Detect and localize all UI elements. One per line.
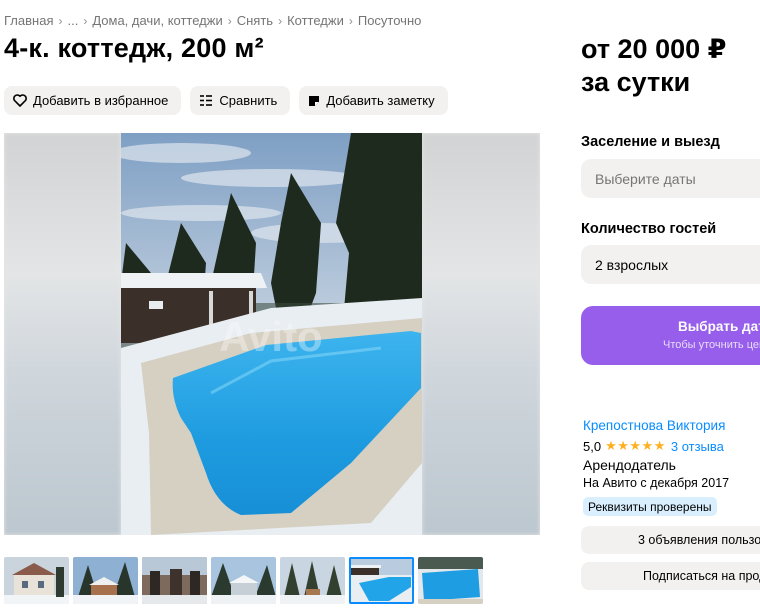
seller-listings-button[interactable]: 3 объявления пользователя (581, 526, 760, 554)
dates-input[interactable]: Выберите даты (581, 159, 760, 198)
add-note-button[interactable]: Добавить заметку (299, 86, 448, 115)
thumbnail-7[interactable] (418, 557, 483, 604)
thumbnail-2[interactable] (73, 557, 138, 604)
price-period: за сутки (581, 67, 691, 97)
thumbnail-4[interactable] (211, 557, 276, 604)
breadcrumb-rent[interactable]: Снять (237, 13, 273, 28)
choose-dates-label: Выбрать даты (678, 319, 760, 334)
seller-rating: 5,0 ★★★★★ 3 отзыва (583, 438, 724, 454)
dates-label: Заселение и выезд (581, 134, 720, 150)
price-value: от 20 000 ₽ (581, 34, 727, 64)
seller-role: Арендодатель (583, 457, 676, 473)
heart-icon (13, 94, 27, 107)
breadcrumb-ellipsis[interactable]: ... (67, 13, 78, 28)
page-title: 4-к. коттедж, 200 м² (4, 33, 264, 63)
thumbnail-5[interactable] (280, 557, 345, 604)
star-rating-icon: ★★★★★ (605, 438, 666, 453)
compare-button[interactable]: Сравнить (190, 86, 291, 115)
chevron-right-icon: › (348, 13, 353, 28)
reviews-link[interactable]: 3 отзыва (671, 439, 724, 454)
main-photo[interactable]: Avito (121, 133, 422, 535)
add-to-favorites-label: Добавить в избранное (33, 93, 169, 108)
compare-label: Сравнить (219, 93, 278, 108)
verified-badge: Реквизиты проверены (583, 497, 717, 516)
gallery-blur-right (422, 133, 540, 535)
breadcrumb-houses[interactable]: Дома, дачи, коттеджи (92, 13, 222, 28)
compare-icon (200, 95, 213, 106)
thumbnail-strip (4, 557, 483, 604)
thumbnail-6-active[interactable] (349, 557, 414, 604)
breadcrumb: Главная › ... › Дома, дачи, коттеджи › С… (4, 13, 421, 28)
chevron-right-icon: › (58, 13, 63, 28)
thumbnail-3[interactable] (142, 557, 207, 604)
guests-select[interactable]: 2 взрослых (581, 245, 760, 284)
choose-dates-sublabel: Чтобы уточнить цену (663, 339, 760, 351)
chevron-right-icon: › (227, 13, 232, 28)
photo-gallery[interactable]: Avito (4, 133, 540, 535)
subscribe-seller-button[interactable]: Подписаться на продавца (581, 562, 760, 590)
seller-since: На Авито с декабря 2017 (583, 476, 730, 490)
rating-value: 5,0 (583, 438, 602, 454)
breadcrumb-home[interactable]: Главная (4, 13, 53, 28)
chevron-right-icon: › (83, 13, 88, 28)
listing-actions: Добавить в избранное Сравнить Добавить з… (4, 86, 448, 115)
seller-name-link[interactable]: Крепостнова Виктория (583, 418, 725, 433)
breadcrumb-daily[interactable]: Посуточно (358, 13, 422, 28)
note-icon (309, 95, 320, 106)
seller-listings-label: 3 объявления пользователя (638, 533, 760, 547)
add-note-label: Добавить заметку (326, 93, 435, 108)
thumbnail-1[interactable] (4, 557, 69, 604)
guests-label: Количество гостей (581, 221, 717, 237)
breadcrumb-cottages[interactable]: Коттеджи (287, 13, 344, 28)
subscribe-seller-label: Подписаться на продавца (643, 569, 760, 583)
avito-watermark: Avito (219, 313, 322, 360)
price-block: от 20 000 ₽ за сутки (581, 33, 726, 99)
chevron-right-icon: › (278, 13, 283, 28)
add-to-favorites-button[interactable]: Добавить в избранное (4, 86, 182, 115)
choose-dates-button[interactable]: Выбрать даты Чтобы уточнить цену (581, 306, 760, 365)
gallery-blur-left (4, 133, 121, 535)
